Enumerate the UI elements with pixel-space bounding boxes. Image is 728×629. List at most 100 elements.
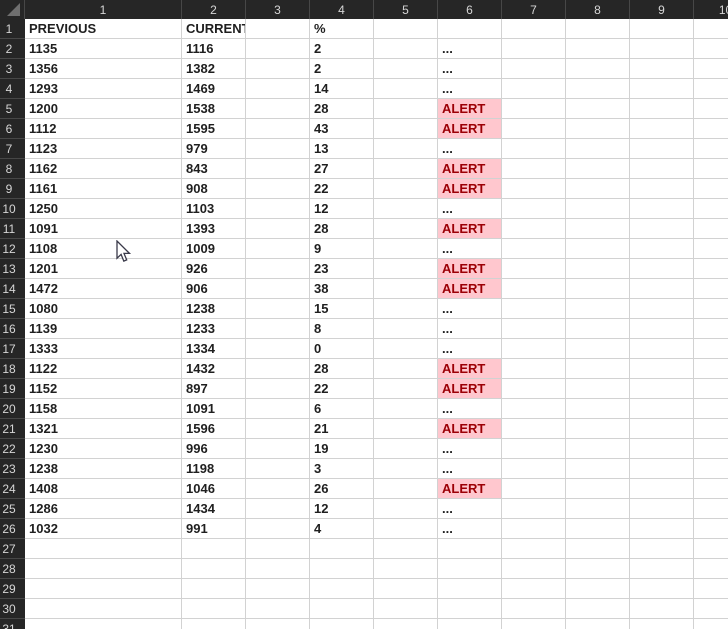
cell-r20c7[interactable] [502, 399, 566, 419]
cell-r25c9[interactable] [630, 499, 694, 519]
cell-r10c9[interactable] [630, 199, 694, 219]
cell-r6c10[interactable] [694, 119, 728, 139]
cell-r13c6[interactable]: ALERT [438, 259, 502, 279]
cell-r9c10[interactable] [694, 179, 728, 199]
cell-r29c5[interactable] [374, 579, 438, 599]
column-header-3[interactable]: 3 [246, 0, 310, 19]
cell-r2c9[interactable] [630, 39, 694, 59]
cell-r29c2[interactable] [182, 579, 246, 599]
cell-r30c1[interactable] [25, 599, 182, 619]
cell-r19c9[interactable] [630, 379, 694, 399]
cell-r7c2[interactable]: 979 [182, 139, 246, 159]
cell-r3c5[interactable] [374, 59, 438, 79]
cell-r15c1[interactable]: 1080 [25, 299, 182, 319]
cell-r15c2[interactable]: 1238 [182, 299, 246, 319]
cell-r17c1[interactable]: 1333 [25, 339, 182, 359]
cell-r24c2[interactable]: 1046 [182, 479, 246, 499]
cell-r2c4[interactable]: 2 [310, 39, 374, 59]
cell-r26c2[interactable]: 991 [182, 519, 246, 539]
cell-r9c8[interactable] [566, 179, 630, 199]
cell-r15c6[interactable]: ... [438, 299, 502, 319]
row-header-10[interactable]: 10 [0, 199, 25, 219]
cell-r16c3[interactable] [246, 319, 310, 339]
cell-r22c4[interactable]: 19 [310, 439, 374, 459]
cell-r23c4[interactable]: 3 [310, 459, 374, 479]
cell-r13c2[interactable]: 926 [182, 259, 246, 279]
cell-r21c1[interactable]: 1321 [25, 419, 182, 439]
cell-r31c8[interactable] [566, 619, 630, 629]
row-header-2[interactable]: 2 [0, 39, 25, 59]
cell-r10c8[interactable] [566, 199, 630, 219]
cell-r27c1[interactable] [25, 539, 182, 559]
cell-r15c9[interactable] [630, 299, 694, 319]
cell-r5c7[interactable] [502, 99, 566, 119]
cell-r18c7[interactable] [502, 359, 566, 379]
cell-r8c6[interactable]: ALERT [438, 159, 502, 179]
cell-r26c1[interactable]: 1032 [25, 519, 182, 539]
cell-r30c4[interactable] [310, 599, 374, 619]
cell-r18c5[interactable] [374, 359, 438, 379]
cell-r15c4[interactable]: 15 [310, 299, 374, 319]
row-header-29[interactable]: 29 [0, 579, 25, 599]
cell-r27c7[interactable] [502, 539, 566, 559]
cell-r15c3[interactable] [246, 299, 310, 319]
cell-r2c7[interactable] [502, 39, 566, 59]
cell-r5c4[interactable]: 28 [310, 99, 374, 119]
cell-r17c9[interactable] [630, 339, 694, 359]
cell-r30c9[interactable] [630, 599, 694, 619]
cell-r23c10[interactable] [694, 459, 728, 479]
cell-r8c8[interactable] [566, 159, 630, 179]
cell-r4c7[interactable] [502, 79, 566, 99]
row-header-4[interactable]: 4 [0, 79, 25, 99]
row-header-11[interactable]: 11 [0, 219, 25, 239]
cell-r1c2[interactable]: CURRENT [182, 19, 246, 39]
cell-r26c7[interactable] [502, 519, 566, 539]
cell-r31c4[interactable] [310, 619, 374, 629]
cell-r14c6[interactable]: ALERT [438, 279, 502, 299]
row-header-21[interactable]: 21 [0, 419, 25, 439]
cell-r14c2[interactable]: 906 [182, 279, 246, 299]
cell-r11c9[interactable] [630, 219, 694, 239]
cell-r22c1[interactable]: 1230 [25, 439, 182, 459]
column-header-10[interactable]: 10 [694, 0, 728, 19]
cell-r31c7[interactable] [502, 619, 566, 629]
cell-r25c3[interactable] [246, 499, 310, 519]
cell-r25c6[interactable]: ... [438, 499, 502, 519]
cell-r16c1[interactable]: 1139 [25, 319, 182, 339]
cell-r20c3[interactable] [246, 399, 310, 419]
cell-r18c2[interactable]: 1432 [182, 359, 246, 379]
cell-r9c7[interactable] [502, 179, 566, 199]
cell-r17c7[interactable] [502, 339, 566, 359]
cell-r21c4[interactable]: 21 [310, 419, 374, 439]
cell-r16c8[interactable] [566, 319, 630, 339]
cell-r5c2[interactable]: 1538 [182, 99, 246, 119]
cell-r16c6[interactable]: ... [438, 319, 502, 339]
cell-r2c6[interactable]: ... [438, 39, 502, 59]
cell-r2c8[interactable] [566, 39, 630, 59]
cell-r10c7[interactable] [502, 199, 566, 219]
cell-r27c10[interactable] [694, 539, 728, 559]
row-header-14[interactable]: 14 [0, 279, 25, 299]
row-header-26[interactable]: 26 [0, 519, 25, 539]
cell-r12c9[interactable] [630, 239, 694, 259]
cell-r30c2[interactable] [182, 599, 246, 619]
cell-r14c7[interactable] [502, 279, 566, 299]
cell-r26c4[interactable]: 4 [310, 519, 374, 539]
cell-r16c5[interactable] [374, 319, 438, 339]
cell-r20c6[interactable]: ... [438, 399, 502, 419]
cell-r3c3[interactable] [246, 59, 310, 79]
row-header-8[interactable]: 8 [0, 159, 25, 179]
cell-r23c9[interactable] [630, 459, 694, 479]
cell-r12c6[interactable]: ... [438, 239, 502, 259]
cell-r18c6[interactable]: ALERT [438, 359, 502, 379]
cell-r9c2[interactable]: 908 [182, 179, 246, 199]
cell-r24c5[interactable] [374, 479, 438, 499]
row-header-16[interactable]: 16 [0, 319, 25, 339]
cell-r13c3[interactable] [246, 259, 310, 279]
cell-r23c1[interactable]: 1238 [25, 459, 182, 479]
cell-r12c5[interactable] [374, 239, 438, 259]
cell-r27c8[interactable] [566, 539, 630, 559]
cell-r5c10[interactable] [694, 99, 728, 119]
cell-r2c3[interactable] [246, 39, 310, 59]
cell-r24c3[interactable] [246, 479, 310, 499]
